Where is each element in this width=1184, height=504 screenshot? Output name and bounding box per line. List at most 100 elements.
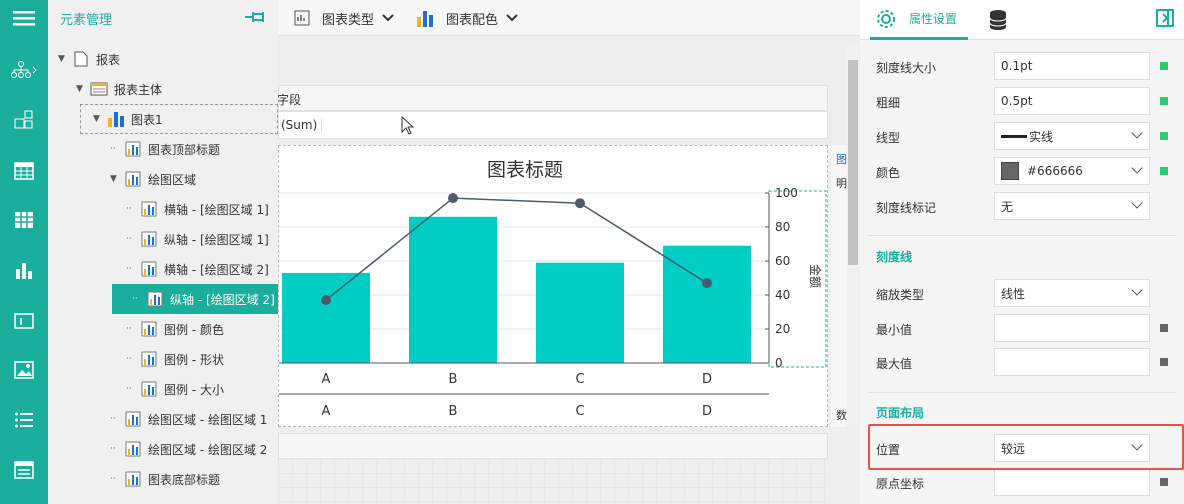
chart-color-label: 图表配色 — [446, 12, 499, 28]
chart-type-icon — [294, 10, 310, 26]
tree-node[interactable]: ·· 绘图区域 - 绘图区域 1 — [48, 404, 278, 434]
prop-value: 无 — [1001, 199, 1014, 214]
tree-node[interactable]: ▼ 绘图区域 — [48, 164, 278, 194]
chart-type-button[interactable]: 图表类型 — [294, 0, 394, 36]
tree-node[interactable]: ·· 图表底部标题 — [48, 464, 278, 494]
status-dot-icon — [1160, 358, 1168, 366]
prop-input[interactable] — [994, 348, 1150, 376]
pin-icon[interactable] — [244, 9, 266, 25]
chart-icon[interactable] — [0, 255, 48, 285]
tree-node[interactable]: ·· 图例 - 颜色 — [48, 314, 278, 344]
status-dot-icon — [1160, 324, 1168, 332]
table-icon[interactable] — [0, 156, 48, 186]
bar — [536, 262, 624, 363]
expand-toggle-icon[interactable]: ▼ — [76, 84, 90, 94]
prop-value: #666666 — [1027, 164, 1083, 178]
prop-select[interactable]: 无 — [994, 192, 1150, 220]
prop-label: 线型 — [876, 131, 901, 145]
gear-icon — [877, 9, 895, 28]
field-value-row[interactable]: (Sum) — [278, 111, 828, 139]
collapse-panel-icon[interactable] — [1156, 9, 1174, 27]
color-swatch — [1001, 162, 1019, 180]
tree-node[interactable]: ·· 绘图区域 - 绘图区域 2 — [48, 434, 278, 464]
tree-node-label: 纵轴 - [绘图区域 2] — [170, 292, 275, 307]
tree-node[interactable]: ▼ 图表1 — [80, 104, 278, 134]
tree-node[interactable]: ▼ 报表主体 — [48, 74, 278, 104]
expand-toggle-icon[interactable]: ▼ — [110, 174, 124, 184]
tree-node[interactable]: ·· 横轴 - [绘图区域 2] — [48, 254, 278, 284]
element-tree-panel: 元素管理 ▼ 报表 ▼ 报表主体 ▼ 图表1 ·· 图表顶部标题 ▼ 绘图区域 ·· 横轴 - [绘图… — [48, 0, 278, 504]
x-tick-label: A — [322, 372, 331, 387]
chevron-down-icon — [1131, 197, 1143, 209]
prop-input[interactable] — [994, 468, 1150, 496]
list-icon[interactable] — [0, 405, 48, 435]
side-label-3: 数 — [836, 409, 847, 422]
chart-svg[interactable]: 图表标题 0 20 40 60 80 100 金额 A A B B C C D D — [279, 146, 829, 428]
textbox-icon[interactable] — [0, 306, 48, 336]
image-icon[interactable] — [0, 355, 48, 385]
prop-label: 刻度线大小 — [876, 61, 937, 75]
band-icon — [90, 81, 108, 97]
tree-node[interactable]: ·· 纵轴 - [绘图区域 1] — [48, 224, 278, 254]
prop-label: 颜色 — [876, 166, 901, 180]
tree-node[interactable]: ·· 图例 - 大小 — [48, 374, 278, 404]
component-icon[interactable] — [0, 105, 48, 135]
matrix-icon[interactable] — [0, 205, 48, 235]
tree-node-label: 图表1 — [131, 112, 163, 127]
tree-node[interactable]: ·· 横轴 - [绘图区域 1] — [48, 194, 278, 224]
line-point — [448, 193, 458, 204]
panel-tabs: 属性设置 — [860, 0, 1184, 40]
position-row-highlight — [868, 424, 1184, 470]
prop-input[interactable]: 0.5pt — [994, 87, 1150, 115]
tree-node[interactable]: ▼ 报表 — [48, 44, 278, 74]
tree-node[interactable]: ·· 图表顶部标题 — [48, 134, 278, 164]
prop-label: 刻度线标记 — [876, 201, 937, 215]
tree-node-label: 图例 - 形状 — [164, 352, 224, 367]
tree-node-label: 报表 — [96, 52, 121, 67]
left-rail — [0, 0, 48, 504]
prop-select[interactable]: 实线 — [994, 122, 1150, 150]
prop-label: 粗细 — [876, 96, 901, 110]
x2-tick-label: C — [575, 404, 584, 419]
x2-tick-label: D — [702, 404, 712, 419]
tree-connector: ·· — [126, 234, 132, 244]
prop-select[interactable]: #666666 — [994, 157, 1150, 185]
vertical-scrollbar[interactable] — [847, 44, 859, 424]
tree-connector: ·· — [126, 354, 132, 364]
chart-type-label: 图表类型 — [322, 12, 375, 28]
expand-toggle-icon[interactable]: ▼ — [93, 114, 107, 124]
menu-icon[interactable] — [0, 3, 48, 33]
palette-icon — [417, 11, 433, 27]
design-canvas[interactable]: 字段 (Sum) 图表标题 0 20 40 60 80 100 金额 A A B B C C D D 图 明 … — [278, 0, 860, 504]
chart-element-icon — [124, 141, 142, 157]
tree-node-label: 图表底部标题 — [148, 472, 221, 487]
chart-node-icon — [107, 111, 125, 127]
divider — [868, 392, 1176, 393]
tree-node[interactable]: ·· 图例 - 形状 — [48, 344, 278, 374]
chart-color-button[interactable]: 图表配色 — [416, 0, 518, 36]
chart-frame[interactable]: 图表标题 0 20 40 60 80 100 金额 A A B B C C D D — [278, 145, 828, 427]
tree-title: 元素管理 — [60, 12, 113, 28]
prop-input[interactable]: 0.1pt — [994, 52, 1150, 80]
chart-element-icon — [140, 321, 158, 337]
tree-node[interactable]: ·· 纵轴 - [绘图区域 2] — [112, 284, 278, 314]
form-icon[interactable] — [0, 455, 48, 485]
tree-connector: ·· — [110, 474, 116, 484]
x-tick-label: C — [575, 372, 584, 387]
section-title: 页面布局 — [876, 406, 925, 420]
expand-toggle-icon[interactable]: ▼ — [58, 54, 72, 64]
database-icon[interactable] — [988, 9, 1008, 31]
field-header-row: 字段 — [278, 85, 828, 111]
tree-connector: ·· — [126, 324, 132, 334]
prop-select[interactable]: 线性 — [994, 279, 1150, 307]
grid-area — [278, 459, 828, 504]
tab-properties[interactable]: 属性设置 — [870, 0, 968, 40]
prop-value: 0.5pt — [1001, 94, 1033, 108]
chart-element-icon — [124, 171, 142, 187]
section-title: 刻度线 — [876, 250, 913, 264]
status-dot-icon — [1160, 132, 1168, 140]
tab-properties-label: 属性设置 — [909, 12, 958, 26]
prop-input[interactable] — [994, 314, 1150, 342]
hierarchy-icon[interactable] — [0, 55, 48, 85]
tree-node-label: 绘图区域 - 绘图区域 2 — [148, 442, 268, 457]
